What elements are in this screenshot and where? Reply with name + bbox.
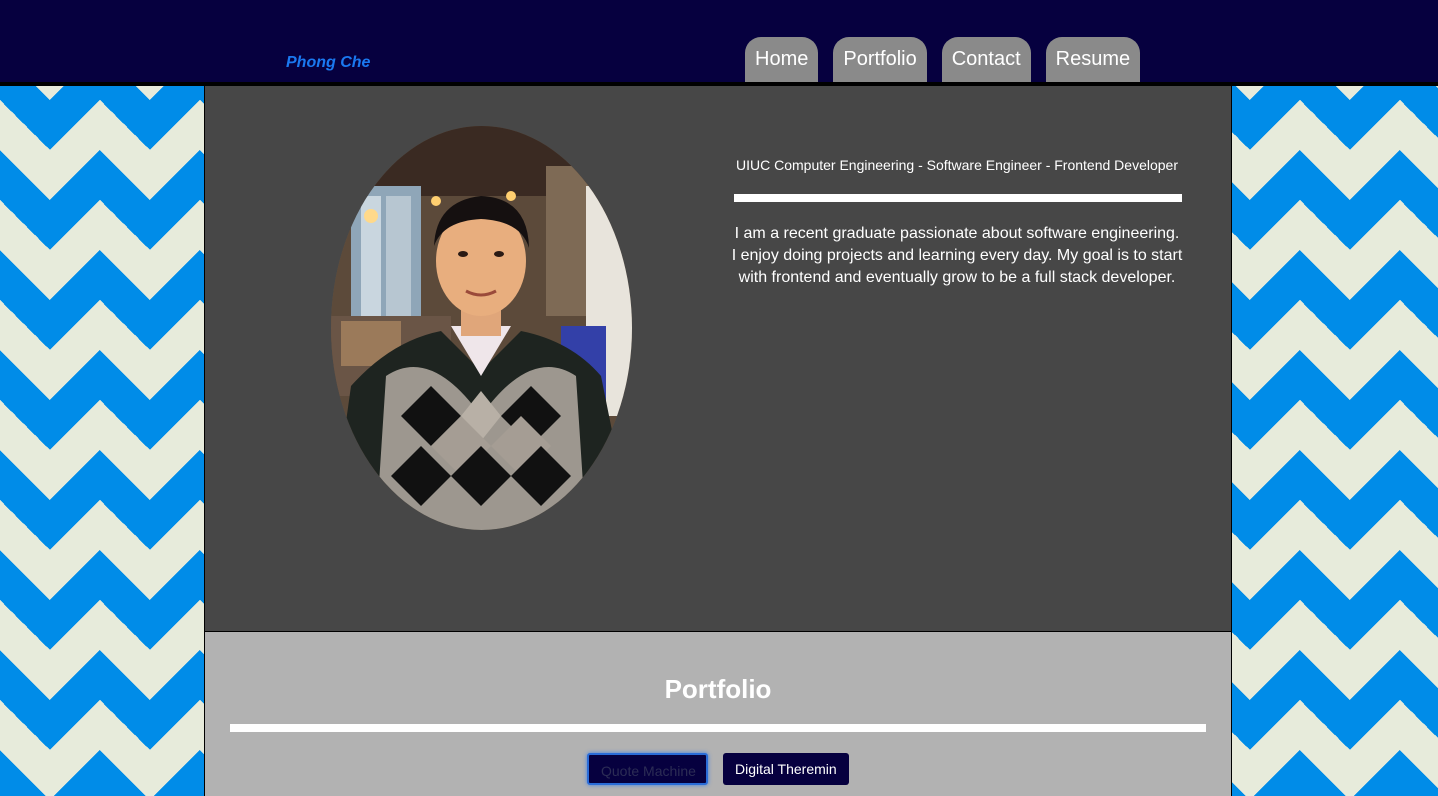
bio-text: I am a recent graduate passionate about …: [731, 225, 1183, 286]
portfolio-heading: Portfolio: [664, 674, 772, 704]
portfolio-section: Portfolio Quote Machine Digital Theremin: [205, 632, 1231, 796]
nav-tab-home[interactable]: Home: [745, 37, 819, 82]
hero-section: UIUC Computer Engineering - Software Eng…: [205, 86, 1231, 632]
divider: [734, 194, 1182, 202]
project-button-digital-theremin[interactable]: Digital Theremin: [723, 753, 849, 785]
project-button-quote-machine[interactable]: Quote Machine: [587, 753, 708, 785]
profile-photo: [331, 126, 632, 530]
tagline: UIUC Computer Engineering - Software Eng…: [736, 157, 1178, 173]
profile-photo-image: [331, 126, 632, 530]
nav-tab-resume[interactable]: Resume: [1045, 37, 1141, 82]
top-navbar: Phong Che Home Portfolio Contact Resume: [0, 0, 1438, 86]
nav-tab-contact[interactable]: Contact: [941, 37, 1031, 82]
brand-name[interactable]: Phong Che: [286, 54, 370, 72]
nav-tab-portfolio[interactable]: Portfolio: [833, 37, 927, 82]
main-nav: Home Portfolio Contact Resume: [745, 37, 1141, 82]
divider: [230, 724, 1206, 732]
main-content: UIUC Computer Engineering - Software Eng…: [204, 86, 1232, 796]
